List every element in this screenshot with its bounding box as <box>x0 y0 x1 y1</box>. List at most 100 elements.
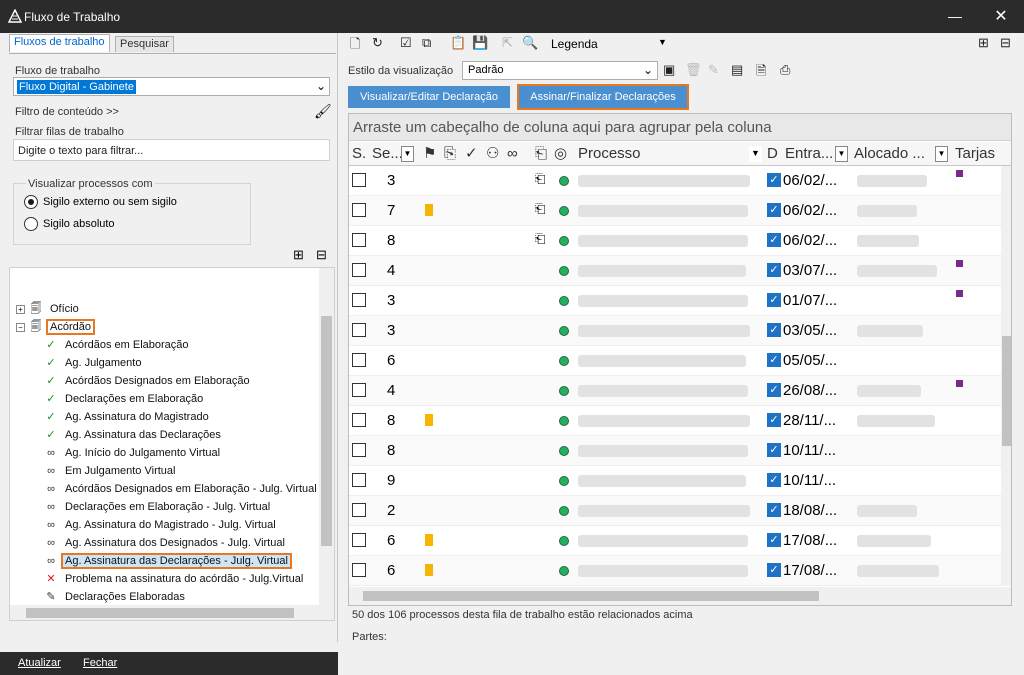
col-seq-filter-icon[interactable]: ▼ <box>401 146 414 162</box>
tree-item[interactable]: ∞ Ag. Assinatura dos Designados - Julg. V… <box>44 534 287 552</box>
d-checkbox-checked[interactable]: ✓ <box>767 353 781 367</box>
tree-item[interactable]: ∞ Ag. Início do Julgamento Virtual <box>44 444 222 462</box>
legend-label[interactable]: Legenda <box>551 37 598 51</box>
close-panel-button[interactable]: Fechar <box>83 657 117 669</box>
d-checkbox-checked[interactable]: ✓ <box>767 383 781 397</box>
tree-vertical-scrollbar[interactable] <box>319 268 334 620</box>
table-row[interactable]: 3 ✓ 03/05/... <box>349 316 1001 346</box>
tree-item[interactable]: ✓ Acórdãos Designados em Elaboração <box>44 372 252 390</box>
radio-sigilo-absoluto[interactable] <box>24 217 38 231</box>
col-link-icon[interactable]: ∞ <box>507 142 518 166</box>
tree-item[interactable]: ∞ Declarações em Elaboração - Julg. Virtu… <box>44 498 272 516</box>
edit-style-icon[interactable]: ✎ <box>708 62 719 82</box>
row-checkbox[interactable] <box>352 353 366 367</box>
table-row[interactable]: 6 ✓ 05/05/... <box>349 346 1001 376</box>
sign-declarations-button[interactable]: Assinar/Finalizar Declarações <box>517 84 689 110</box>
row-checkbox[interactable] <box>352 383 366 397</box>
col-flag-icon[interactable]: ⚑ <box>423 142 436 166</box>
row-checkbox[interactable] <box>352 233 366 247</box>
col-processo[interactable]: Processo <box>578 142 641 166</box>
move-icon[interactable]: ⇱ <box>502 35 513 55</box>
copy-icon[interactable]: ⧉ <box>422 35 431 55</box>
row-checkbox[interactable] <box>352 443 366 457</box>
row-checkbox[interactable] <box>352 293 366 307</box>
row-checkbox[interactable] <box>352 563 366 577</box>
view-edit-declaration-button[interactable]: Visualizar/Editar Declaração <box>348 86 510 108</box>
d-checkbox-checked[interactable]: ✓ <box>767 293 781 307</box>
tree-item[interactable]: ✓ Acórdãos em Elaboração <box>44 336 191 354</box>
col-seq[interactable]: Se... <box>372 142 404 166</box>
col-d[interactable]: D <box>767 142 778 166</box>
radio-sigilo-externo[interactable] <box>24 195 38 209</box>
flow-select[interactable]: Fluxo Digital - Gabinete ⌄ <box>13 77 330 96</box>
document-icon[interactable]: 🗎 <box>756 62 766 82</box>
new-doc-icon[interactable]: 🗋 <box>350 35 360 55</box>
grid-vertical-scrollbar[interactable] <box>1001 166 1011 586</box>
expand-tree-icon[interactable]: ⊞ <box>293 247 304 263</box>
row-checkbox[interactable] <box>352 203 366 217</box>
table-row[interactable]: 4 ✓ 03/07/... <box>349 256 1001 286</box>
d-checkbox-checked[interactable]: ✓ <box>767 473 781 487</box>
grid-scroll-thumb[interactable] <box>1002 336 1011 446</box>
clipboard-icon[interactable]: 📋 <box>450 35 466 55</box>
tab-fluxos[interactable]: Fluxos de trabalho <box>9 34 110 52</box>
tree-expander-icon[interactable]: + <box>16 304 25 314</box>
tree-item[interactable]: ✕ Problema na assinatura do acórdão - Jul… <box>44 570 305 588</box>
col-doc-icon[interactable]: ⎗ <box>535 142 547 166</box>
table-row[interactable]: 6 ✓ 17/08/... <box>349 526 1001 556</box>
col-attach-icon[interactable]: ⎘ <box>444 142 456 166</box>
d-checkbox-checked[interactable]: ✓ <box>767 533 781 547</box>
d-checkbox-checked[interactable]: ✓ <box>767 173 781 187</box>
col-entrada[interactable]: Entra... <box>785 142 835 166</box>
tree-scroll-thumb[interactable] <box>321 316 332 546</box>
col-tarjas[interactable]: Tarjas <box>955 142 995 166</box>
table-row[interactable]: 9 ✓ 10/11/... <box>349 466 1001 496</box>
content-filter-link[interactable]: Filtro de conteúdo >> <box>15 106 119 118</box>
col-processo-filter-icon[interactable]: ▼ <box>749 146 762 162</box>
tree-item[interactable]: ∞ Em Julgamento Virtual <box>44 462 177 480</box>
tab-pesquisar[interactable]: Pesquisar <box>115 36 174 52</box>
d-checkbox-checked[interactable]: ✓ <box>767 203 781 217</box>
col-alocado-filter-icon[interactable]: ▼ <box>935 146 948 162</box>
col-people-icon[interactable]: ⚇ <box>486 142 499 166</box>
row-checkbox[interactable] <box>352 503 366 517</box>
close-button[interactable]: ✕ <box>978 0 1024 33</box>
col-s[interactable]: S. <box>352 142 366 166</box>
row-checkbox[interactable] <box>352 323 366 337</box>
col-check-icon[interactable]: ✓ <box>465 142 478 166</box>
expand-all-icon[interactable]: ⊞ <box>978 35 989 55</box>
tree-item[interactable]: ✎ Declarações Elaboradas <box>44 588 187 606</box>
search-doc-icon[interactable]: 🔍 <box>522 35 538 55</box>
delete-style-icon[interactable]: 🗑 <box>685 62 702 82</box>
d-checkbox-checked[interactable]: ✓ <box>767 563 781 577</box>
d-checkbox-checked[interactable]: ✓ <box>767 413 781 427</box>
d-checkbox-checked[interactable]: ✓ <box>767 503 781 517</box>
excel-icon[interactable]: ▤ <box>731 62 743 82</box>
print-icon[interactable]: ⎙ <box>780 62 790 82</box>
row-checkbox[interactable] <box>352 173 366 187</box>
brush-icon[interactable]: 🖌 <box>314 103 332 120</box>
row-checkbox[interactable] <box>352 473 366 487</box>
tree-horizontal-scrollbar[interactable] <box>10 605 319 620</box>
tree-expander-icon[interactable]: − <box>16 322 25 332</box>
collapse-all-icon[interactable]: ⊟ <box>1000 35 1011 55</box>
row-checkbox[interactable] <box>352 413 366 427</box>
tree-item[interactable]: − 🗐 Acórdão <box>16 318 95 336</box>
tree-hscroll-thumb[interactable] <box>26 608 294 618</box>
tree-item[interactable]: ∞ Ag. Assinatura das Declarações - Julg. … <box>44 552 292 570</box>
filter-input[interactable]: Digite o texto para filtrar... <box>13 139 330 161</box>
col-alocado[interactable]: Alocado ... <box>854 142 934 166</box>
table-row[interactable]: 8 ✓ 28/11/... <box>349 406 1001 436</box>
row-checkbox[interactable] <box>352 533 366 547</box>
tree-item[interactable]: ✓ Declarações em Elaboração <box>44 390 205 408</box>
grid-hscroll-thumb[interactable] <box>363 591 819 601</box>
d-checkbox-checked[interactable]: ✓ <box>767 263 781 277</box>
table-row[interactable]: 3 ✓ 01/07/... <box>349 286 1001 316</box>
approve-icon[interactable]: ☑ <box>400 35 412 55</box>
d-checkbox-checked[interactable]: ✓ <box>767 323 781 337</box>
table-row[interactable]: 7 ⎗ ✓ 06/02/... <box>349 196 1001 226</box>
tree-item[interactable]: ✓ Ag. Assinatura do Magistrado <box>44 408 211 426</box>
table-row[interactable]: 2 ✓ 18/08/... <box>349 496 1001 526</box>
d-checkbox-checked[interactable]: ✓ <box>767 233 781 247</box>
refresh-icon[interactable]: ↻ <box>372 35 383 55</box>
